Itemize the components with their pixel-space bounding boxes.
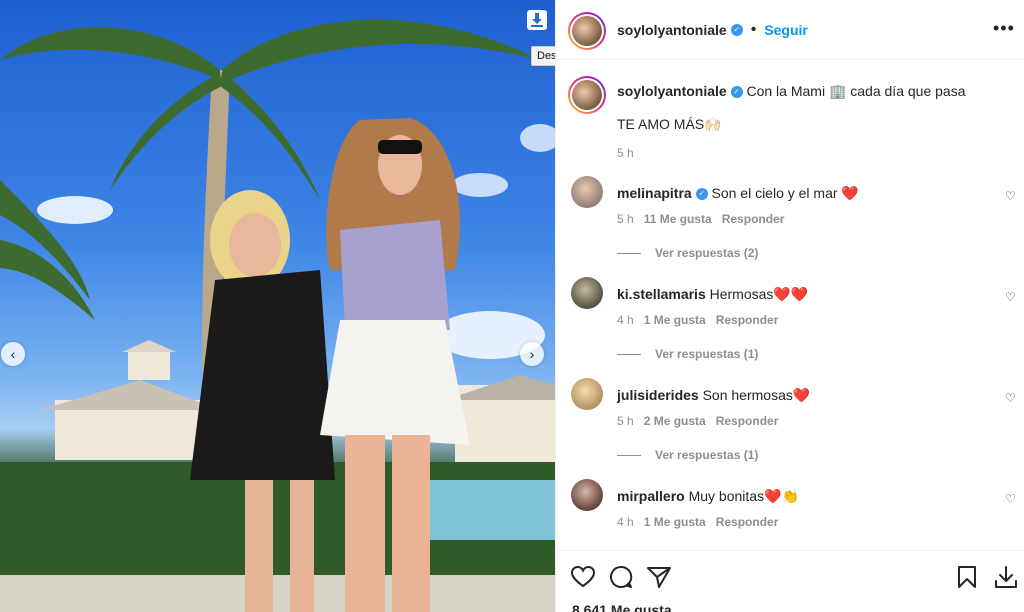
comment-meta: 4 h 1 Me gusta Responder [617, 515, 778, 529]
replies-divider-line [617, 252, 641, 254]
verified-badge-icon: ✓ [730, 24, 743, 36]
comment-item: julisiderides Son hermosas❤️ 5 h 2 Me gu… [556, 378, 1024, 486]
replies-divider-line [617, 454, 641, 456]
comment-text-block: melinapitra ✓ Son el cielo y el mar ❤️ [617, 184, 859, 202]
comment-time: 5 h [617, 414, 634, 428]
view-replies-label: Ver respuestas (2) [655, 246, 759, 260]
caption-text: Con la Mami 🏢 cada día que pasa [746, 83, 966, 99]
comment-time: 4 h [617, 313, 634, 327]
post-side-panel: soylolyantoniale ✓ • Seguir ••• soylolya… [555, 0, 1024, 612]
download-icon [531, 13, 543, 27]
reply-button[interactable]: Responder [716, 313, 779, 327]
comment-item: ki.stellamaris Hermosas❤️❤️ 4 h 1 Me gus… [556, 277, 1024, 385]
comment-like-heart-icon[interactable]: ♡ [1005, 189, 1016, 203]
view-replies-button[interactable]: Ver respuestas (1) [617, 448, 758, 462]
comment-text: Muy bonitas❤️👏 [688, 488, 799, 504]
post-photo: ‹ › Descargar [0, 0, 555, 612]
comment-username[interactable]: ki.stellamaris [617, 286, 706, 302]
post-header: soylolyantoniale ✓ • Seguir ••• [556, 0, 1024, 60]
photo-scene [0, 19, 555, 612]
comment-meta: 5 h 11 Me gusta Responder [617, 212, 784, 226]
like-heart-icon[interactable] [570, 565, 596, 589]
reply-button[interactable]: Responder [716, 414, 779, 428]
comment-text: Hermosas❤️❤️ [709, 286, 809, 302]
caption-username[interactable]: soylolyantoniale [617, 83, 727, 99]
reply-button[interactable]: Responder [722, 212, 785, 226]
replies-divider-line [617, 353, 641, 355]
more-options-icon[interactable]: ••• [993, 18, 1015, 39]
chevron-left-icon: ‹ [10, 346, 16, 362]
comment-like-heart-icon[interactable]: ♡ [1005, 391, 1016, 405]
comment-text-block: mirpallero Muy bonitas❤️👏 [617, 487, 799, 505]
view-replies-label: Ver respuestas (1) [655, 448, 759, 462]
next-photo-button[interactable]: › [520, 342, 544, 366]
commenter-avatar[interactable] [571, 378, 603, 410]
comment-item: melinapitra ✓ Son el cielo y el mar ❤️ 5… [556, 176, 1024, 284]
download-tooltip: Descargar [531, 46, 555, 66]
verified-badge-icon: ✓ [695, 188, 708, 201]
comment-text: Son el cielo y el mar ❤️ [711, 185, 859, 201]
caption-second-line: TE AMO MÁS🙌🏻 [617, 116, 722, 132]
save-bookmark-icon[interactable] [956, 565, 978, 589]
download-button[interactable] [527, 10, 547, 30]
comment-time: 5 h [617, 212, 634, 226]
download-arrow-icon[interactable] [993, 565, 1019, 589]
view-replies-button[interactable]: Ver respuestas (1) [617, 347, 758, 361]
comment-likes[interactable]: 2 Me gusta [644, 414, 706, 428]
comment-text-block: ki.stellamaris Hermosas❤️❤️ [617, 285, 808, 303]
chevron-right-icon: › [529, 346, 535, 362]
likes-count[interactable]: 8.641 Me gusta [572, 602, 672, 612]
header-username[interactable]: soylolyantoniale [617, 22, 727, 38]
comment-username[interactable]: julisiderides [617, 387, 699, 403]
commenter-avatar[interactable] [571, 479, 603, 511]
comment-time: 4 h [617, 515, 634, 529]
verified-badge-icon: ✓ [730, 86, 743, 99]
reply-button[interactable]: Responder [716, 515, 779, 529]
comment-meta: 5 h 2 Me gusta Responder [617, 414, 778, 428]
comment-text-block: julisiderides Son hermosas❤️ [617, 386, 810, 404]
follow-button[interactable]: Seguir [764, 22, 808, 38]
comment-likes[interactable]: 1 Me gusta [644, 515, 706, 529]
caption-avatar[interactable] [568, 76, 606, 114]
commenter-avatar[interactable] [571, 277, 603, 309]
header-separator: • [750, 21, 757, 38]
commenter-avatar[interactable] [571, 176, 603, 208]
comment-username[interactable]: melinapitra [617, 185, 692, 201]
comment-meta: 4 h 1 Me gusta Responder [617, 313, 778, 327]
comment-likes[interactable]: 11 Me gusta [644, 212, 712, 226]
previous-photo-button[interactable]: ‹ [1, 342, 25, 366]
comment-username[interactable]: mirpallero [617, 488, 685, 504]
post-caption: soylolyantoniale ✓ Con la Mami 🏢 cada dí… [617, 82, 997, 100]
comment-like-heart-icon[interactable]: ♡ [1005, 290, 1016, 304]
author-avatar[interactable] [568, 12, 606, 50]
share-paper-plane-icon[interactable] [646, 565, 672, 589]
comment-likes[interactable]: 1 Me gusta [644, 313, 706, 327]
view-replies-button[interactable]: Ver respuestas (2) [617, 246, 758, 260]
view-replies-label: Ver respuestas (1) [655, 347, 759, 361]
comment-like-heart-icon[interactable]: ♡ [1005, 492, 1016, 506]
header-user-block: soylolyantoniale ✓ • Seguir [617, 21, 808, 39]
comment-bubble-icon[interactable] [608, 565, 634, 589]
comment-text: Son hermosas❤️ [702, 387, 811, 403]
caption-timestamp: 5 h [617, 146, 634, 160]
